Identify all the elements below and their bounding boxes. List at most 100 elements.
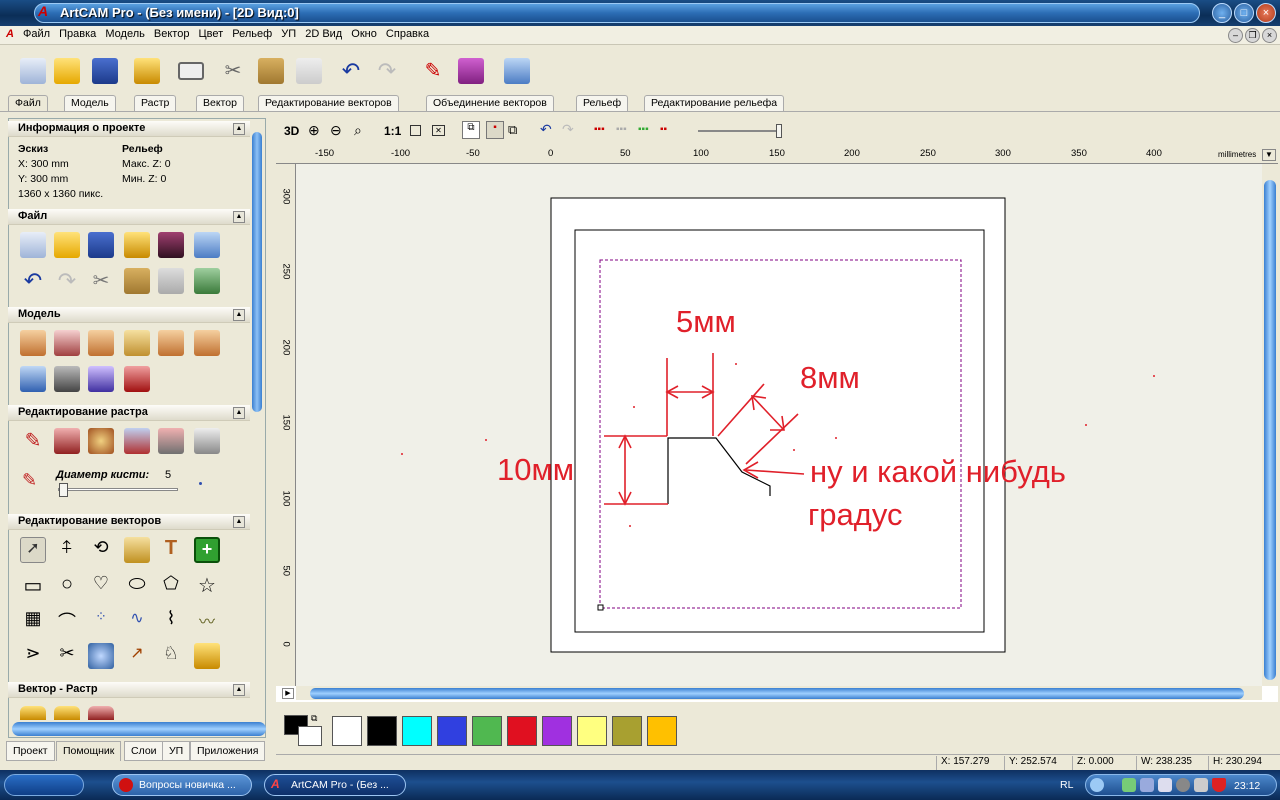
new-file-icon[interactable] xyxy=(20,232,46,258)
bitmap-to-vector-icon[interactable] xyxy=(88,706,114,720)
redo-icon[interactable]: ↷ xyxy=(374,58,400,84)
mdi-app-icon[interactable]: A xyxy=(0,26,17,42)
open-folder-icon[interactable] xyxy=(54,58,80,84)
tab-project[interactable]: Проект xyxy=(6,741,55,761)
raster-to-vector-icon[interactable] xyxy=(54,706,80,720)
arc-icon[interactable]: ⌒ xyxy=(54,608,80,634)
zoom-page-icon[interactable]: ✕ xyxy=(432,125,445,136)
start-button[interactable] xyxy=(4,774,84,796)
copy-icon[interactable] xyxy=(124,268,150,294)
polyline-icon[interactable]: ♡ xyxy=(88,573,114,599)
flood-fill-icon[interactable] xyxy=(158,428,184,454)
palette-swatch[interactable] xyxy=(437,716,467,746)
grid-icon[interactable]: ▦ xyxy=(20,608,46,634)
offset-icon[interactable] xyxy=(88,643,114,669)
swap-colors-icon[interactable]: ⧉ xyxy=(311,713,317,724)
redo-icon[interactable]: ↷ xyxy=(54,268,80,294)
transform-icon[interactable]: ⟲ xyxy=(88,537,114,563)
app-icon[interactable]: A xyxy=(38,3,56,21)
vector-align-icon[interactable]: ▪▪▪ xyxy=(638,124,649,135)
mirror-model-icon[interactable] xyxy=(158,330,184,356)
polygon-icon[interactable]: ⬠ xyxy=(158,573,184,599)
tab-vector[interactable]: Вектор xyxy=(196,95,244,111)
model-size-icon[interactable] xyxy=(20,330,46,356)
vector-edit-header[interactable]: Редактирование векторов xyxy=(8,514,256,530)
model-section-header[interactable]: Модель xyxy=(8,307,256,323)
tab-layers[interactable]: Слои xyxy=(124,741,164,761)
import-image-icon[interactable] xyxy=(134,58,160,84)
tab-file[interactable]: Файл xyxy=(8,95,48,111)
layer-view-icon[interactable]: ⧉ xyxy=(462,121,480,139)
tab-vector-combine[interactable]: Объединение векторов xyxy=(426,95,554,111)
palette-swatch[interactable] xyxy=(507,716,537,746)
center-model-icon[interactable] xyxy=(20,366,46,392)
star-icon[interactable]: ☆ xyxy=(194,573,220,599)
paste-icon[interactable] xyxy=(296,58,322,84)
zoom-slider-track[interactable] xyxy=(698,130,780,132)
canvas-hscroll-thumb[interactable] xyxy=(310,688,1244,699)
mail-icon[interactable] xyxy=(1158,778,1172,792)
cut-icon[interactable]: ✂ xyxy=(88,268,114,294)
mdi-minimize-button[interactable]: – xyxy=(1228,28,1243,43)
palette-swatch[interactable] xyxy=(367,716,397,746)
gradient-icon[interactable] xyxy=(194,428,220,454)
wifi-icon[interactable] xyxy=(1140,778,1154,792)
text-block-icon[interactable] xyxy=(194,268,220,294)
rectangle-icon[interactable]: ▭ xyxy=(20,573,46,599)
zoom-1to1-button[interactable]: 1:1 xyxy=(384,124,401,138)
node-edit-icon[interactable]: ⍏ xyxy=(54,537,80,563)
secondary-color-swatch[interactable] xyxy=(298,726,322,746)
layers-icon[interactable] xyxy=(88,366,114,392)
scroll-right-icon[interactable]: ▶ xyxy=(282,688,294,699)
tray-expand-icon[interactable] xyxy=(1090,778,1104,792)
zoom-fit-icon[interactable] xyxy=(410,125,421,136)
brush-slider-thumb[interactable] xyxy=(59,483,68,497)
zoom-in-icon[interactable]: ⊕ xyxy=(308,122,320,139)
vector-nodes-icon[interactable]: ▪▪▪ xyxy=(594,124,605,135)
smooth-curve-icon[interactable]: ∿ xyxy=(124,608,150,634)
wave-icon[interactable]: 〰 xyxy=(194,608,220,634)
network-icon[interactable] xyxy=(1122,778,1136,792)
bezier-icon[interactable]: ⌇ xyxy=(158,608,184,634)
palette-swatch[interactable] xyxy=(612,716,642,746)
relief-view-icon[interactable]: ⧉ xyxy=(508,122,517,138)
tab-model[interactable]: Модель xyxy=(64,95,116,111)
select-arrow-icon[interactable]: ➚ xyxy=(20,537,46,563)
draw-icon[interactable]: ✎ xyxy=(420,58,446,84)
text-tool-icon[interactable]: T xyxy=(158,537,184,563)
view-redo-icon[interactable]: ↷ xyxy=(562,121,574,138)
copy-icon[interactable] xyxy=(258,58,284,84)
palette-swatch[interactable] xyxy=(647,716,677,746)
brush-slider-track[interactable] xyxy=(58,488,178,491)
collapse-arrow-icon[interactable]: ▲ xyxy=(233,309,245,321)
fillet-icon[interactable]: ⋗ xyxy=(20,643,46,669)
vector-to-raster-icon[interactable] xyxy=(20,706,46,720)
rotate-model-icon[interactable] xyxy=(194,330,220,356)
tab-toolpaths[interactable]: УП xyxy=(162,741,191,761)
left-panel-hscroll[interactable] xyxy=(12,722,266,736)
units-dropdown-icon[interactable]: ▼ xyxy=(1262,149,1276,161)
save-icon[interactable] xyxy=(92,58,118,84)
tab-raster[interactable]: Растр xyxy=(134,95,177,111)
tab-applications[interactable]: Приложения xyxy=(190,741,266,761)
collapse-arrow-icon[interactable]: ▲ xyxy=(233,123,245,135)
zoom-out-icon[interactable]: ⊖ xyxy=(330,122,342,139)
tab-relief[interactable]: Рельеф xyxy=(576,95,629,111)
menu-color[interactable]: Цвет xyxy=(196,26,227,42)
brush-icon[interactable] xyxy=(124,428,150,454)
palette-icon[interactable] xyxy=(88,428,114,454)
profile-icon[interactable]: ♘ xyxy=(158,643,184,669)
join-icon[interactable]: ↗ xyxy=(124,643,150,669)
collapse-arrow-icon[interactable]: ▲ xyxy=(233,211,245,223)
undo-icon[interactable]: ↶ xyxy=(20,268,46,294)
taskbar-item-artcam[interactable]: A ArtCAM Pro - (Без ... xyxy=(264,774,406,796)
tab-vector-edit[interactable]: Редактирование векторов xyxy=(258,95,399,111)
circle-icon[interactable]: ○ xyxy=(54,573,80,599)
color-view-icon[interactable]: ▪ xyxy=(486,121,504,139)
menu-window[interactable]: Окно xyxy=(348,26,380,42)
model-origin-icon[interactable] xyxy=(54,330,80,356)
view-undo-icon[interactable]: ↶ xyxy=(540,121,552,138)
portrait-icon[interactable] xyxy=(158,232,184,258)
zoom-box-icon[interactable]: ⌕ xyxy=(354,122,362,139)
menu-file[interactable]: Файл xyxy=(20,26,53,42)
